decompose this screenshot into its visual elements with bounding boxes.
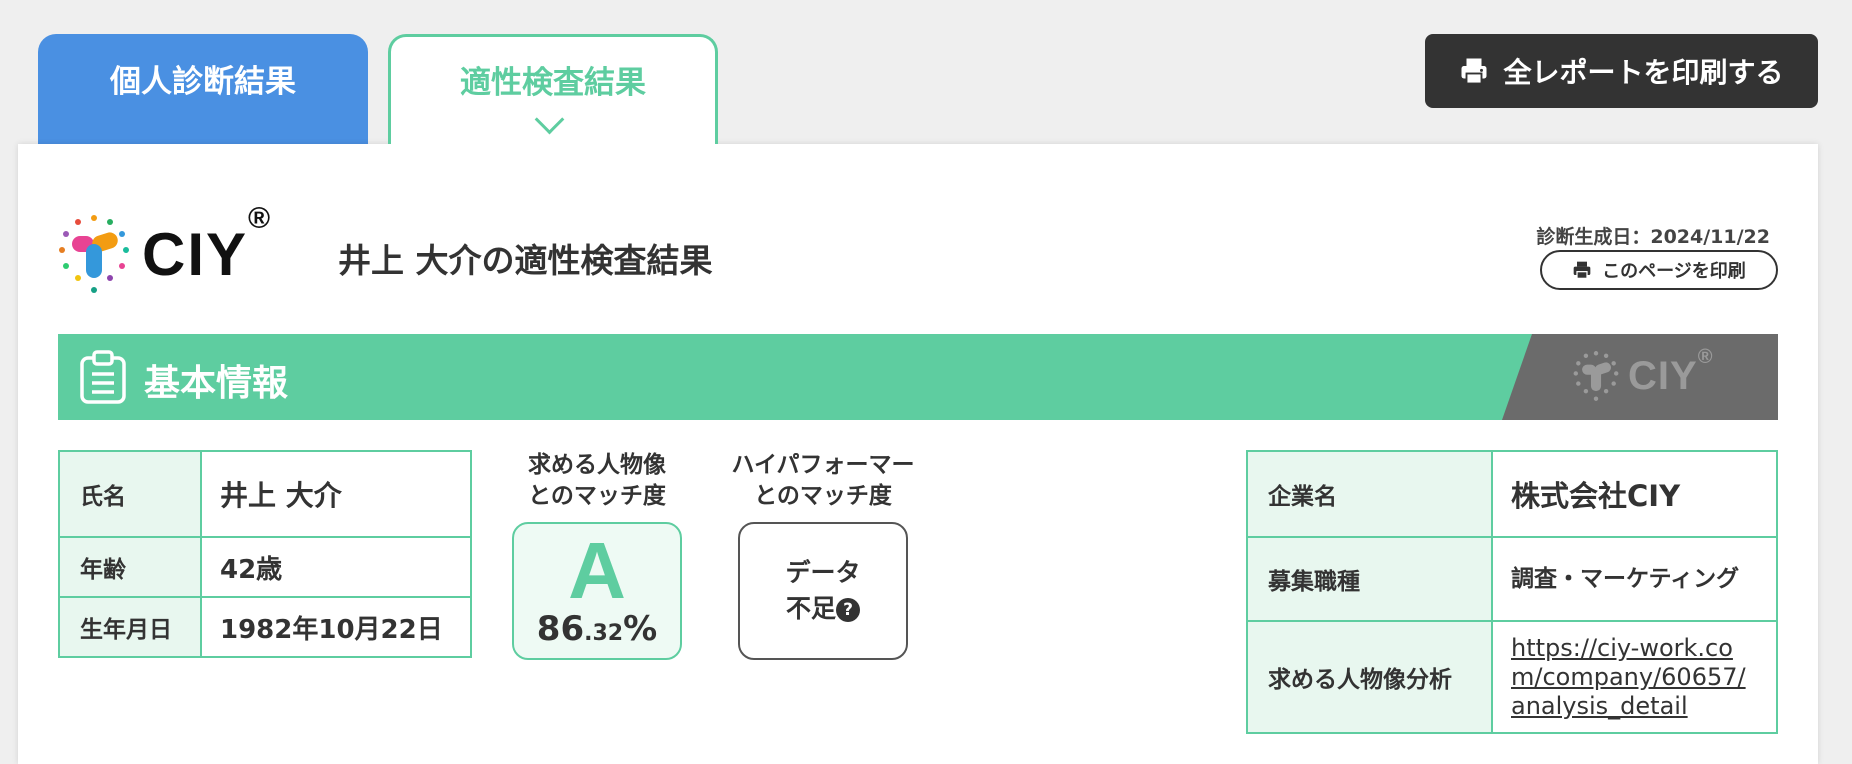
name-value: 井上 大介 xyxy=(200,450,472,538)
table-row: 氏名 井上 大介 xyxy=(58,450,472,538)
ideal-match-label: 求める人物像 とのマッチ度 xyxy=(528,452,666,509)
ciy-logo-icon xyxy=(59,215,129,293)
section-logo-panel: CIY® xyxy=(1502,334,1778,420)
name-label: 氏名 xyxy=(58,450,202,538)
ideal-match-score: A 86.32% xyxy=(512,522,682,660)
analysis-label: 求める人物像分析 xyxy=(1246,620,1493,734)
analysis-link[interactable]: https://ciy-work.com/company/60657/analy… xyxy=(1511,634,1746,720)
age-value: 42歳 xyxy=(200,536,472,598)
section-title: 基本情報 xyxy=(144,363,289,404)
tab-personal-label: 個人診断結果 xyxy=(110,63,296,100)
table-row: 生年月日 1982年10月22日 xyxy=(58,596,472,658)
generated-date: 診断生成日：2024/11/22 xyxy=(1536,226,1770,248)
page-title: 井上 大介の適性検査結果 xyxy=(338,241,713,280)
print-page-button[interactable]: このページを印刷 xyxy=(1540,250,1778,290)
clipboard-icon xyxy=(80,350,126,404)
personal-info-table: 氏名 井上 大介 年齢 42歳 生年月日 1982年10月22日 xyxy=(58,450,472,658)
ciy-logo-icon xyxy=(1573,351,1619,401)
birthdate-value: 1982年10月22日 xyxy=(200,596,472,658)
print-page-label: このページを印刷 xyxy=(1602,261,1746,282)
printer-icon xyxy=(1461,58,1487,85)
basic-info-section-header: 基本情報 CIY® xyxy=(58,334,1778,420)
company-name-label: 企業名 xyxy=(1246,450,1493,538)
tab-aptitude-label: 適性検査結果 xyxy=(460,65,646,101)
age-label: 年齢 xyxy=(58,536,202,598)
table-row: 求める人物像分析 https://ciy-work.com/company/60… xyxy=(1246,620,1778,734)
tab-personal-result[interactable]: 個人診断結果 xyxy=(38,34,368,144)
ciy-watermark-logo: CIY® xyxy=(1572,346,1713,402)
match-percentage: 86.32% xyxy=(536,609,658,649)
ciy-logo: CIY® xyxy=(56,201,273,294)
chevron-down-icon xyxy=(534,104,565,135)
high-performer-match-label: ハイパフォーマー とのマッチ度 xyxy=(731,452,915,509)
ciy-logo-text: CIY® xyxy=(142,201,273,288)
job-type-value: 調査・マーケティング xyxy=(1491,536,1778,622)
company-info-table: 企業名 株式会社CIY 募集職種 調査・マーケティング 求める人物像分析 htt… xyxy=(1246,450,1778,734)
high-performer-match-status: データ 不足? xyxy=(738,522,908,660)
tab-aptitude-result[interactable]: 適性検査結果 xyxy=(388,34,718,144)
table-row: 企業名 株式会社CIY xyxy=(1246,450,1778,538)
birthdate-label: 生年月日 xyxy=(58,596,202,658)
print-all-button[interactable]: 全レポートを印刷する xyxy=(1425,34,1818,108)
print-all-label: 全レポートを印刷する xyxy=(1503,56,1784,89)
report-card: CIY® 井上 大介の適性検査結果 診断生成日：2024/11/22 このページ… xyxy=(18,144,1818,764)
table-row: 募集職種 調査・マーケティング xyxy=(1246,536,1778,622)
help-icon[interactable]: ? xyxy=(836,598,860,622)
table-row: 年齢 42歳 xyxy=(58,536,472,598)
job-type-label: 募集職種 xyxy=(1246,536,1493,622)
company-name-value: 株式会社CIY xyxy=(1491,450,1778,538)
match-grade: A xyxy=(568,526,626,615)
printer-icon xyxy=(1573,261,1591,279)
